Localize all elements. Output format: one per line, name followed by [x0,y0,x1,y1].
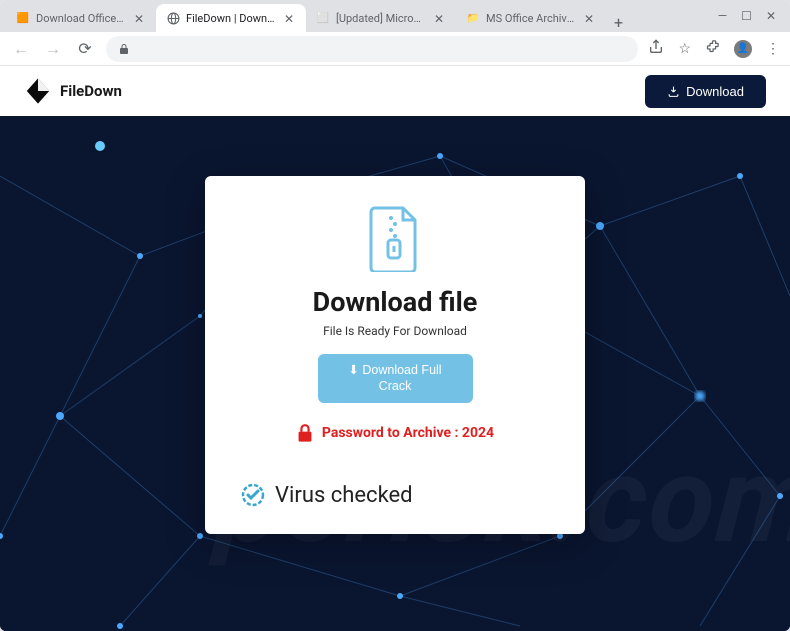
forward-icon[interactable]: → [42,39,64,59]
download-card: Download file File Is Ready For Download… [205,176,585,534]
password-row: Password to Archive : 2024 [241,423,549,443]
logo-icon [24,77,52,105]
brand-name: FileDown [60,82,122,100]
download-icon [667,85,680,98]
browser-titlebar: 🟧 Download Office 365 Pro Plus f... ✕ Fi… [0,0,790,32]
lock-icon [296,423,314,443]
brand[interactable]: FileDown [24,77,122,105]
close-icon[interactable]: ✕ [282,12,296,26]
tab-label: MS Office Archives - Crack 4 PC [486,12,576,25]
checkmark-icon [241,483,265,507]
tab-2[interactable]: ⬜ [Updated] Microsoft Office Cra... ✕ [306,4,456,32]
share-icon[interactable] [648,39,664,59]
tab-strip: 🟧 Download Office 365 Pro Plus f... ✕ Fi… [0,0,704,32]
lock-icon [118,43,130,55]
bookmark-icon[interactable]: ☆ [678,41,691,57]
card-subtitle: File Is Ready For Download [241,324,549,338]
close-window-icon[interactable]: ✕ [766,9,776,23]
tab-label: Download Office 365 Pro Plus f... [36,12,126,25]
close-icon[interactable]: ✕ [132,12,146,26]
reload-icon[interactable]: ⟳ [74,39,96,58]
card-title: Download file [241,286,549,318]
profile-avatar[interactable]: 👤 [734,40,752,58]
menu-icon[interactable]: ⋮ [766,41,780,57]
favicon-icon [166,12,180,26]
header-download-label: Download [686,84,744,99]
page-viewport: FileDown Download [0,66,790,631]
favicon-icon: ⬜ [316,12,330,26]
zip-file-icon [367,206,423,272]
tab-0[interactable]: 🟧 Download Office 365 Pro Plus f... ✕ [6,4,156,32]
tab-1[interactable]: FileDown | Download file ✕ [156,4,306,32]
maximize-icon[interactable]: ☐ [741,9,752,23]
download-crack-button[interactable]: ⬇ Download Full Crack [318,354,473,403]
close-icon[interactable]: ✕ [432,12,446,26]
address-bar[interactable] [106,36,638,62]
extensions-icon[interactable] [705,39,720,58]
minimize-icon[interactable]: — [718,9,727,23]
password-text: Password to Archive : 2024 [322,425,494,441]
window-controls: — ☐ ✕ [704,0,790,32]
close-icon[interactable]: ✕ [582,12,596,26]
hero-section: pcrisk.com Download file File Is Ready F… [0,116,790,631]
tab-label: FileDown | Download file [186,12,276,25]
tab-label: [Updated] Microsoft Office Cra... [336,12,426,25]
browser-toolbar: ← → ⟳ ☆ 👤 ⋮ [0,32,790,66]
favicon-icon: 📁 [466,12,480,26]
site-header: FileDown Download [0,66,790,116]
virus-checked-row: Virus checked [241,483,549,508]
back-icon[interactable]: ← [10,39,32,59]
header-download-button[interactable]: Download [645,75,766,108]
virus-checked-label: Virus checked [275,483,413,508]
new-tab-button[interactable]: + [606,13,631,32]
favicon-icon: 🟧 [16,12,30,26]
tab-3[interactable]: 📁 MS Office Archives - Crack 4 PC ✕ [456,4,606,32]
